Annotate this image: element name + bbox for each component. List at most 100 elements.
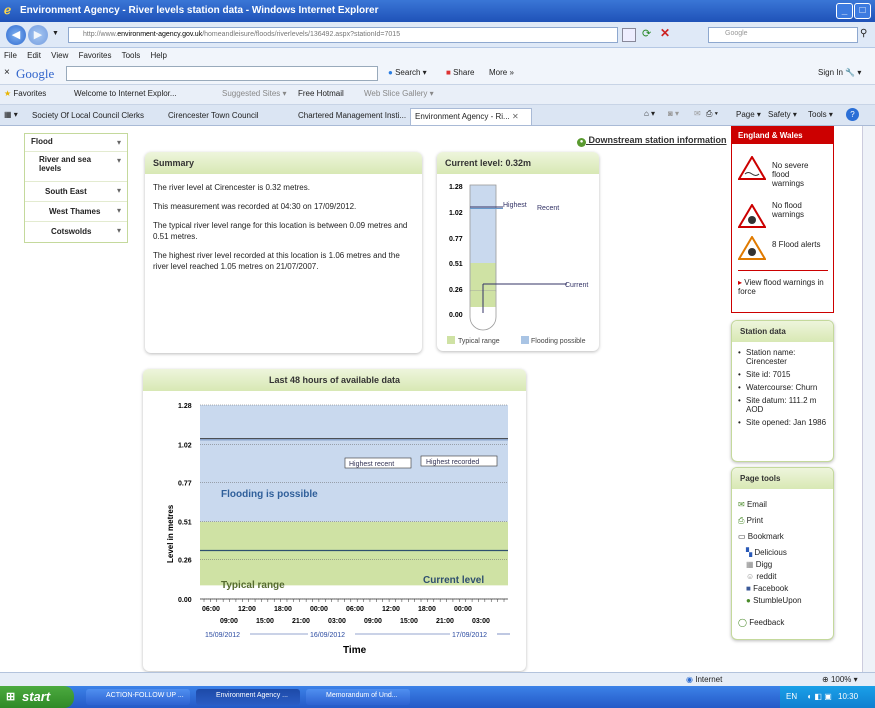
feeds-icon[interactable]: ◙ ▾	[668, 109, 679, 118]
history-chart: 1.28 1.02 0.77 0.51 0.26 0.00 06:00 12:00 18:00 0…	[166, 403, 510, 656]
menu-favorites[interactable]: Favorites	[79, 51, 112, 60]
zoom-level[interactable]: ⊕ 100% ▾	[822, 675, 858, 684]
language-indicator[interactable]: EN	[786, 692, 797, 701]
nav-item-west-thames[interactable]: West Thames ▾	[25, 202, 127, 222]
station-site-id: Site id: 7015	[738, 370, 827, 379]
tab-society[interactable]: Society Of Local Council Clerks	[28, 108, 156, 125]
menu-file[interactable]: File	[4, 51, 17, 60]
menu-tools[interactable]: Tools	[122, 51, 141, 60]
x-tick-label: 03:00	[472, 618, 490, 625]
taskbar-item-action[interactable]: ACTION-FOLLOW UP ...	[86, 689, 190, 705]
home-icon[interactable]: ⌂ ▾	[644, 109, 655, 118]
close-toolbar-icon[interactable]: ×	[4, 67, 10, 78]
favorite-item-suggested[interactable]: Suggested Sites ▾	[222, 89, 287, 98]
more-button[interactable]: More »	[489, 68, 514, 77]
taskbar-label: ACTION-FOLLOW UP ...	[106, 692, 184, 699]
sign-in-link[interactable]: Sign In 🔧 ▾	[818, 68, 861, 77]
tab-environment-agency[interactable]: Environment Agency - Ri... ✕	[410, 108, 532, 125]
mail-icon[interactable]: ✉	[694, 109, 701, 118]
history-dropdown-icon[interactable]: ▼	[52, 30, 59, 37]
url-prefix: http://www.	[83, 31, 118, 38]
menu-edit[interactable]: Edit	[27, 51, 41, 60]
print-icon[interactable]: ⎙ ▾	[706, 109, 718, 119]
quick-tabs-icon[interactable]: ▦ ▾	[4, 110, 18, 119]
gauge-tick: 0.00	[449, 312, 463, 319]
feedback-link[interactable]: ◯ Feedback	[738, 618, 784, 627]
tools-menu[interactable]: Tools ▾	[808, 110, 833, 119]
reddit-link[interactable]: ☺ reddit	[746, 572, 776, 581]
date-label: 17/09/2012	[452, 632, 487, 639]
wrench-icon[interactable]: 🔧	[845, 68, 855, 77]
nav-item-south-east[interactable]: South East ▾	[25, 182, 127, 202]
y-tick-label: 0.77	[178, 480, 192, 487]
search-icon[interactable]: ⚲	[860, 28, 867, 39]
annotation-typical: Typical range	[221, 580, 285, 591]
minimize-button[interactable]: _	[836, 3, 853, 19]
chevron-down-icon: ▾	[116, 186, 121, 195]
warnings-panel: England & Wales No severe flood warnings…	[731, 126, 834, 313]
address-input[interactable]: http://www.environment-agency.gov.uk/hom…	[68, 27, 618, 43]
tab-chartered[interactable]: Chartered Management Insti...	[294, 108, 408, 125]
page-menu[interactable]: Page ▾	[736, 110, 761, 119]
safety-menu[interactable]: Safety ▾	[768, 110, 797, 119]
windows-taskbar: ⊞ start ACTION-FOLLOW UP ... Environment…	[0, 686, 875, 708]
start-button[interactable]: ⊞ start	[0, 686, 74, 708]
delicious-link[interactable]: ▚ Delicious	[746, 548, 787, 557]
search-placeholder: Google	[725, 30, 748, 37]
forward-button[interactable]: ▶	[28, 25, 48, 45]
back-button[interactable]: ◀	[6, 25, 26, 45]
favorite-label: Free Hotmail	[298, 89, 344, 98]
stop-icon[interactable]: ✕	[660, 26, 670, 40]
menu-help[interactable]: Help	[151, 51, 167, 60]
chart-heading: Last 48 hours of available data	[143, 369, 526, 391]
station-name: Station name: Cirencester	[738, 348, 827, 366]
star-icon: ★	[4, 89, 12, 98]
social-label: Facebook	[753, 584, 789, 593]
nav-item-flood[interactable]: Flood ▾	[25, 134, 127, 152]
maximize-button[interactable]: □	[854, 3, 871, 19]
chevron-down-icon: ▾	[116, 226, 121, 235]
downstream-station-link[interactable]: ● Downstream station information	[577, 135, 727, 147]
menu-view[interactable]: View	[51, 51, 68, 60]
search-box[interactable]: Google	[708, 27, 858, 43]
station-list: Station name: Cirencester Site id: 7015 …	[732, 342, 833, 429]
favorite-item-welcome[interactable]: Welcome to Internet Explor...	[74, 89, 177, 98]
taskbar-item-memorandum[interactable]: Memorandum of Und...	[306, 689, 410, 705]
compat-view-icon[interactable]	[622, 28, 636, 42]
vertical-scrollbar[interactable]	[862, 126, 875, 672]
arrow-right-icon: ▸	[738, 278, 743, 287]
google-search-button[interactable]: ● Search ▾	[388, 68, 427, 77]
gauge-tick: 0.77	[449, 236, 463, 243]
nav-item-cotswolds[interactable]: Cotswolds ▾	[25, 222, 127, 242]
annotation-highest-recent: Highest recent	[349, 461, 394, 468]
taskbar-item-ie[interactable]: Environment Agency ...	[196, 689, 300, 705]
google-search-input[interactable]	[66, 66, 378, 81]
facebook-link[interactable]: ■ Facebook	[746, 584, 788, 593]
view-warnings-link[interactable]: ▸ View flood warnings in force	[738, 278, 830, 296]
taskbar-label: Memorandum of Und...	[326, 692, 398, 699]
stumbleupon-link[interactable]: ● StumbleUpon	[746, 596, 802, 605]
favorites-label: Favorites	[13, 89, 47, 98]
email-link[interactable]: ✉ Email	[738, 500, 767, 509]
share-button[interactable]: ■ Share	[446, 68, 474, 77]
favorite-item-hotmail[interactable]: Free Hotmail	[298, 89, 344, 98]
x-tick-label: 06:00	[346, 606, 364, 613]
bookmark-link[interactable]: ▭ Bookmark	[738, 532, 784, 541]
refresh-icon[interactable]: ⟳	[642, 27, 651, 40]
downstream-label: Downstream station information	[588, 135, 727, 145]
favorites-button[interactable]: ★ Favorites	[4, 89, 46, 98]
nav-item-river-sea-levels[interactable]: River and sea levels ▾	[25, 152, 127, 182]
window-title-bar: ℯ Environment Agency - River levels stat…	[0, 0, 875, 22]
date-label: 15/09/2012	[205, 632, 240, 639]
print-link[interactable]: ⎙ Print	[738, 516, 763, 526]
region-heading: England & Wales	[732, 126, 833, 144]
flood-alert-text: 8 Flood alerts	[772, 240, 821, 249]
tray-icons[interactable]: ◐ ◧ ▣	[807, 692, 831, 701]
digg-link[interactable]: ▦ Digg	[746, 560, 772, 569]
help-icon[interactable]: ?	[846, 108, 859, 121]
close-tab-icon[interactable]: ✕	[512, 112, 519, 121]
taskbar-label: Environment Agency ...	[216, 692, 288, 699]
favorite-item-webslice[interactable]: Web Slice Gallery ▾	[364, 89, 434, 98]
clock: 10:30	[838, 692, 859, 701]
tab-cirencester[interactable]: Cirencester Town Council	[164, 108, 286, 125]
